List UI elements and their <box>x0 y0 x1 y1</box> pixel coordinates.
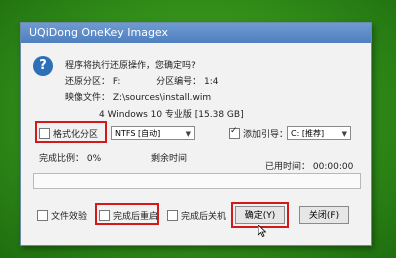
filesystem-select[interactable]: NTFS [自动] ▼ <box>111 126 195 140</box>
boot-drive-select[interactable]: C: [推荐] ▼ <box>287 126 351 140</box>
partition-number-value: 1:4 <box>204 77 219 87</box>
completion-ratio: 完成比例： 0% <box>39 151 101 164</box>
add-boot-label: 添加引导： <box>243 130 289 140</box>
shutdown-after-label: 完成后关机 <box>181 212 227 222</box>
filesystem-value: NTFS [自动] <box>115 129 161 138</box>
image-file-label: 映像文件： <box>65 93 111 103</box>
image-edition: 4 Windows 10 专业版 [15.38 GB] <box>99 110 244 120</box>
elapsed-time: 已用时间： 00:00:00 <box>265 159 353 172</box>
file-verify-checkbox[interactable]: 文件效验 <box>37 209 87 222</box>
restore-to-value: F: <box>112 77 121 87</box>
progress-bar <box>33 173 361 189</box>
close-button[interactable]: 关闭(F) <box>299 206 349 224</box>
partition-number-label: 分区编号： <box>156 77 202 87</box>
elapsed-time-label: 已用时间： <box>265 162 311 172</box>
image-file-row: 映像文件： Z:\sources\install.wim <box>65 90 211 103</box>
shutdown-checkbox-box[interactable] <box>167 210 178 221</box>
mouse-pointer-icon <box>258 225 266 237</box>
shutdown-after-checkbox[interactable]: 完成后关机 <box>167 209 226 222</box>
chevron-down-icon: ▼ <box>185 130 191 138</box>
window-title: UQiDong OneKey Imagex <box>29 26 169 39</box>
remaining-time-label: 剩余时间 <box>151 154 188 164</box>
confirm-question: 程序将执行还原操作，您确定吗? <box>65 61 196 71</box>
file-verify-checkbox-box[interactable] <box>37 210 48 221</box>
elapsed-time-value: 00:00:00 <box>312 162 354 172</box>
completion-ratio-label: 完成比例： <box>39 154 85 164</box>
question-icon: ? <box>33 56 53 76</box>
add-boot-checkbox[interactable]: 添加引导： <box>229 126 289 140</box>
restore-to-label: 还原分区： <box>65 77 111 87</box>
format-highlight-box <box>35 121 107 143</box>
restart-highlight-box <box>95 203 159 225</box>
image-file-value: Z:\sources\install.wim <box>112 93 212 103</box>
completion-ratio-value: 0% <box>86 154 102 164</box>
boot-drive-value: C: [推荐] <box>291 129 325 138</box>
file-verify-label: 文件效验 <box>51 212 88 222</box>
restore-partition-row: 还原分区： F: 分区编号： 1:4 <box>65 74 219 87</box>
add-boot-checkbox-box[interactable] <box>229 126 240 139</box>
window-titlebar[interactable]: UQiDong OneKey Imagex <box>21 23 371 43</box>
chevron-down-icon: ▼ <box>341 130 347 138</box>
dialog-window: UQiDong OneKey Imagex ? 程序将执行还原操作，您确定吗? … <box>20 22 372 246</box>
